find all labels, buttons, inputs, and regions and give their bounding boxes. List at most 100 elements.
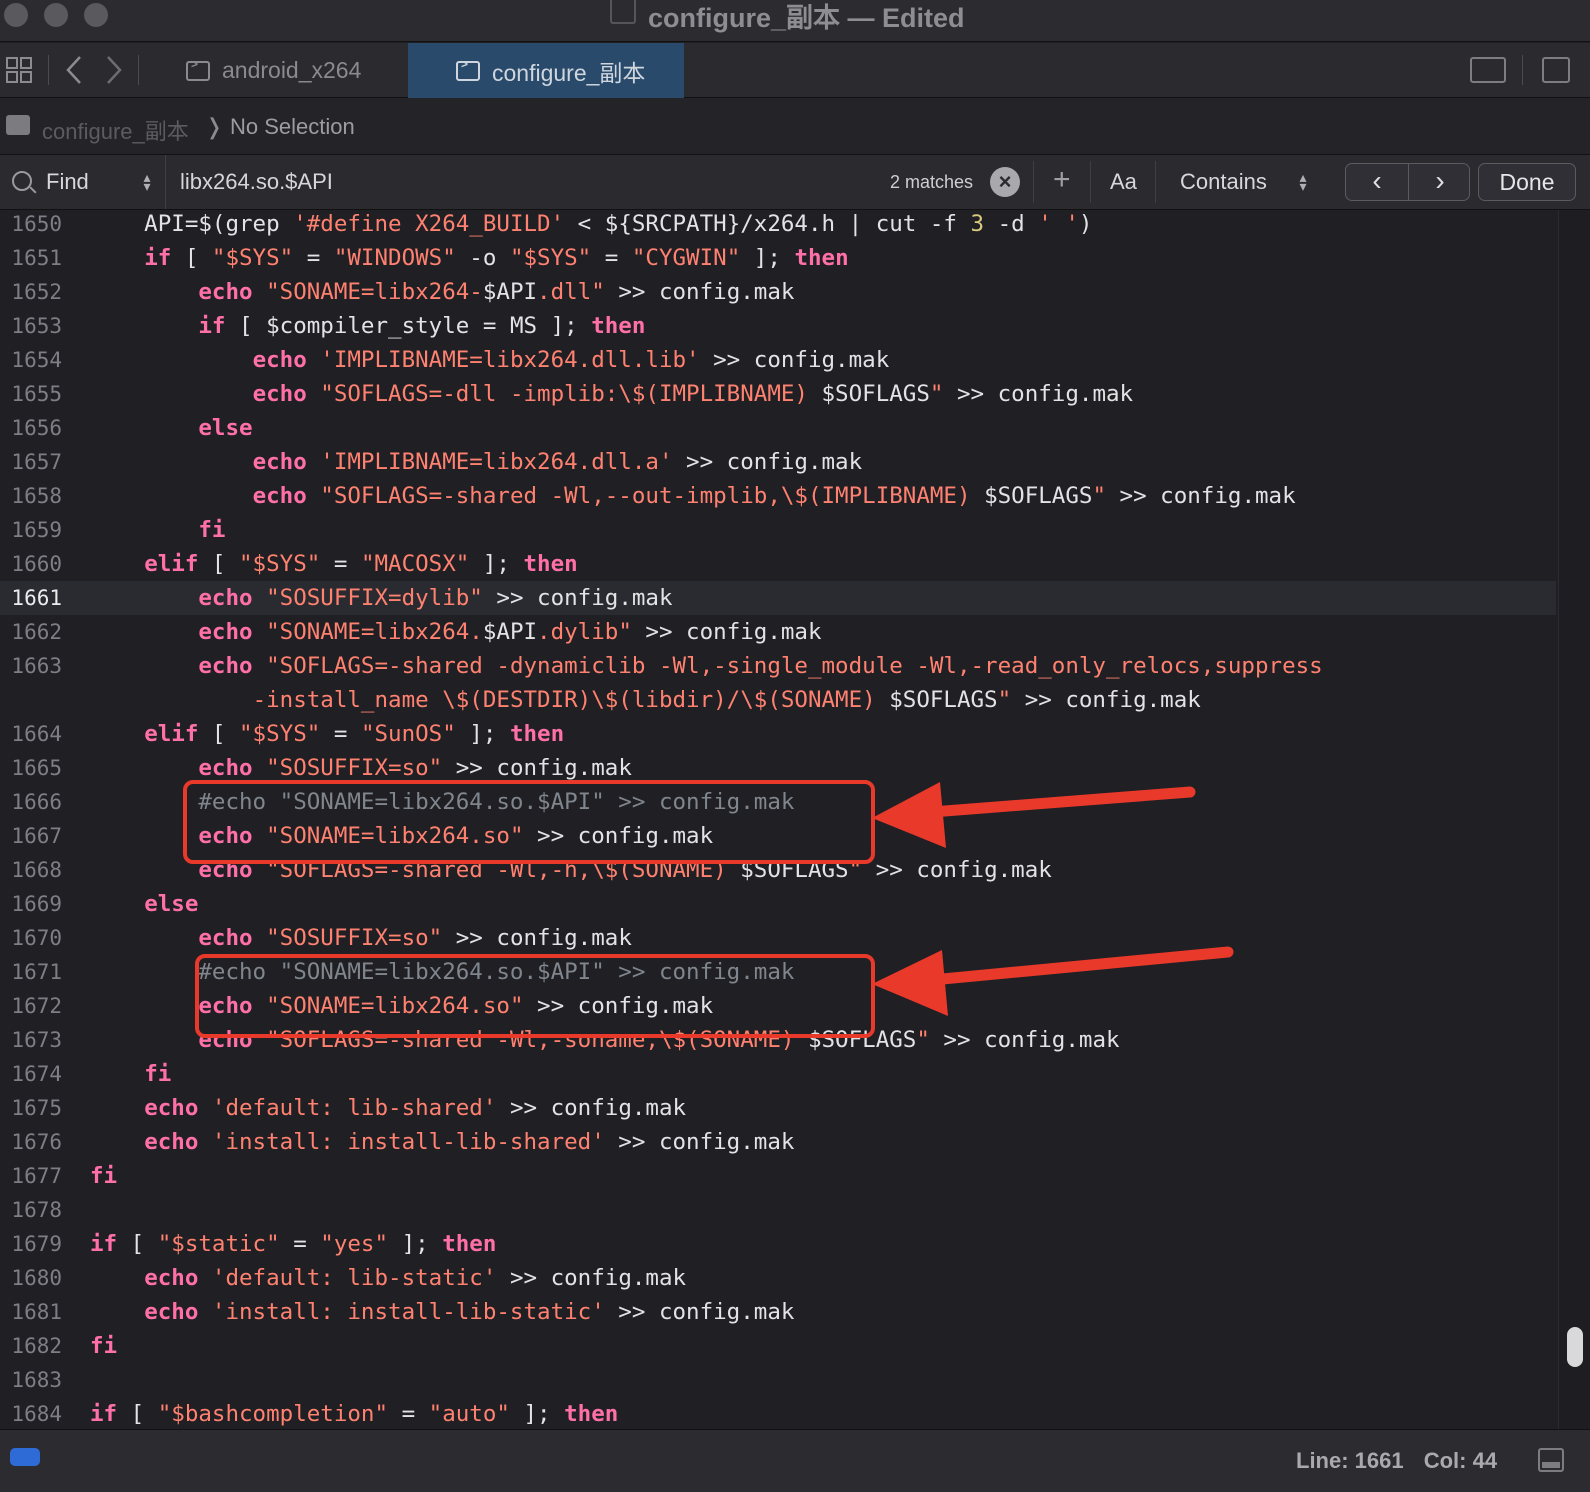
code-text[interactable]: echo 'IMPLIBNAME=libx264.dll.a' >> confi… [90, 445, 863, 479]
code-text[interactable]: if [ $compiler_style = MS ]; then [90, 309, 645, 343]
vertical-scrollbar[interactable] [1558, 210, 1590, 1429]
code-line[interactable]: 1657 echo 'IMPLIBNAME=libx264.dll.a' >> … [0, 445, 1556, 479]
code-line[interactable]: 1675 echo 'default: lib-shared' >> confi… [0, 1091, 1556, 1125]
code-text[interactable]: echo "SOSUFFIX=dylib" >> config.mak [90, 581, 672, 615]
line-number-gutter: 1680 [11, 1266, 62, 1290]
line-number-gutter: 1655 [11, 382, 62, 406]
grid-icon[interactable] [6, 43, 32, 102]
code-line[interactable]: 1681 echo 'install: install-lib-static' … [0, 1295, 1556, 1329]
cursor-position: Line: 1661 Col: 44 [1296, 1448, 1511, 1474]
code-line[interactable]: 1664 elif [ "$SYS" = "SunOS" ]; then [0, 717, 1556, 751]
code-text[interactable]: echo 'default: lib-shared' >> config.mak [90, 1091, 686, 1125]
code-text[interactable]: if [ "$static" = "yes" ]; then [90, 1227, 496, 1261]
code-text[interactable]: fi [90, 1057, 171, 1091]
code-line[interactable]: 1683 [0, 1363, 1556, 1397]
code-text[interactable]: echo 'install: install-lib-shared' >> co… [90, 1125, 794, 1159]
code-text[interactable]: if [ "$bashcompletion" = "auto" ]; then [90, 1397, 618, 1429]
code-text[interactable]: echo 'install: install-lib-static' >> co… [90, 1295, 794, 1329]
highlight-box [195, 954, 875, 1038]
code-line[interactable]: 1680 echo 'default: lib-static' >> confi… [0, 1261, 1556, 1295]
case-sensitive-button[interactable]: Aa [1110, 169, 1137, 195]
code-line[interactable]: 1656 else [0, 411, 1556, 445]
code-text[interactable]: else [90, 411, 252, 445]
code-line[interactable]: 1652 echo "SONAME=libx264-$API.dll" >> c… [0, 275, 1556, 309]
panel-toggle-icon[interactable] [1538, 1448, 1564, 1472]
code-text[interactable]: fi [90, 1329, 117, 1363]
breadcrumb-file[interactable]: configure_副本 [42, 114, 189, 146]
find-mode-popup[interactable]: Find ▴ ▾ [0, 155, 166, 209]
code-line[interactable]: 1669 else [0, 887, 1556, 921]
next-match-button[interactable]: › [1409, 164, 1471, 200]
find-input[interactable] [180, 165, 860, 199]
line-number-gutter: 1658 [11, 484, 62, 508]
code-text[interactable]: echo "SONAME=libx264-$API.dll" >> config… [90, 275, 794, 309]
clear-icon[interactable]: × [990, 167, 1020, 197]
tab-configure[interactable]: configure_副本 [408, 43, 684, 98]
add-icon[interactable]: + [1053, 163, 1071, 197]
code-text[interactable]: elif [ "$SYS" = "SunOS" ]; then [90, 717, 564, 751]
previous-match-button[interactable]: ‹ [1346, 164, 1408, 200]
line-number-gutter: 1681 [11, 1300, 62, 1324]
tab-android-x264[interactable]: android_x264 [186, 43, 406, 98]
code-text[interactable]: -install_name \$(DESTDIR)\$(libdir)/\$(S… [90, 683, 1201, 717]
code-text[interactable]: echo "SOFLAGS=-shared -Wl,--out-implib,\… [90, 479, 1296, 513]
code-line[interactable]: 1684 if [ "$bashcompletion" = "auto" ]; t… [0, 1397, 1556, 1429]
code-line[interactable]: 1659 fi [0, 513, 1556, 547]
code-text[interactable]: API=$(grep '#define X264_BUILD' < ${SRCP… [90, 210, 1092, 241]
done-button[interactable]: Done [1478, 163, 1576, 201]
code-text[interactable]: if [ "$SYS" = "WINDOWS" -o "$SYS" = "CYG… [90, 241, 848, 275]
code-line[interactable]: 1650 API=$(grep '#define X264_BUILD' < $… [0, 210, 1556, 241]
zoom-window-button[interactable] [84, 3, 108, 27]
search-icon [12, 171, 32, 191]
code-line[interactable]: 1655 echo "SOFLAGS=-dll -implib:\$(IMPLI… [0, 377, 1556, 411]
line-number-gutter: 1671 [11, 960, 62, 984]
code-line[interactable]: 1676 echo 'install: install-lib-shared' … [0, 1125, 1556, 1159]
window-title: configure_副本 — Edited [648, 3, 965, 33]
close-window-button[interactable] [4, 3, 28, 27]
code-line[interactable]: 1653 if [ $compiler_style = MS ]; then [0, 309, 1556, 343]
code-text[interactable]: echo "SONAME=libx264.$API.dylib" >> conf… [90, 615, 821, 649]
tab-label: configure_副本 [492, 59, 646, 86]
code-text[interactable]: echo 'IMPLIBNAME=libx264.dll.lib' >> con… [90, 343, 890, 377]
code-line[interactable]: 1654 echo 'IMPLIBNAME=libx264.dll.lib' >… [0, 343, 1556, 377]
back-icon[interactable] [64, 43, 84, 104]
code-line[interactable]: 1674 fi [0, 1057, 1556, 1091]
code-line[interactable]: 1651 if [ "$SYS" = "WINDOWS" -o "$SYS" =… [0, 241, 1556, 275]
code-line[interactable]: 1682 fi [0, 1329, 1556, 1363]
breadcrumb-selection[interactable]: No Selection [230, 114, 355, 140]
code-line[interactable]: 1677 fi [0, 1159, 1556, 1193]
code-text[interactable]: echo 'default: lib-static' >> config.mak [90, 1261, 686, 1295]
code-line[interactable]: 1658 echo "SOFLAGS=-shared -Wl,--out-imp… [0, 479, 1556, 513]
match-type-popup[interactable]: Contains [1180, 169, 1267, 195]
code-line[interactable]: 1670 echo "SOSUFFIX=so" >> config.mak [0, 921, 1556, 955]
forward-icon[interactable] [104, 43, 124, 104]
code-line[interactable]: 1660 elif [ "$SYS" = "MACOSX" ]; then [0, 547, 1556, 581]
code-text[interactable]: fi [90, 1159, 117, 1193]
code-line[interactable]: 1662 echo "SONAME=libx264.$API.dylib" >>… [0, 615, 1556, 649]
line-number-gutter: 1677 [11, 1164, 62, 1188]
code-text[interactable]: echo "SOFLAGS=-dll -implib:\$(IMPLIBNAME… [90, 377, 1134, 411]
tab-label: android_x264 [222, 57, 362, 83]
code-text[interactable]: elif [ "$SYS" = "MACOSX" ]; then [90, 547, 578, 581]
match-navigation: ‹ › [1345, 163, 1470, 201]
code-line[interactable]: 1678 [0, 1193, 1556, 1227]
line-number-gutter: 1670 [11, 926, 62, 950]
column-number: Col: 44 [1423, 1448, 1498, 1473]
code-line[interactable]: 1679 if [ "$static" = "yes" ]; then [0, 1227, 1556, 1261]
code-line[interactable]: -install_name \$(DESTDIR)\$(libdir)/\$(S… [0, 683, 1556, 717]
code-text[interactable]: fi [90, 513, 225, 547]
code-text[interactable]: echo "SOFLAGS=-shared -dynamiclib -Wl,-s… [90, 649, 1322, 683]
status-indicator[interactable] [10, 1448, 40, 1466]
code-line[interactable]: 1663 echo "SOFLAGS=-shared -dynamiclib -… [0, 649, 1556, 683]
line-number-gutter: 1665 [11, 756, 62, 780]
find-divider [1033, 161, 1034, 203]
toolbar-divider [138, 55, 139, 85]
split-editor-icon[interactable] [1470, 57, 1506, 83]
code-line[interactable]: 1661 echo "SOSUFFIX=dylib" >> config.mak [0, 581, 1556, 615]
code-text[interactable]: else [90, 887, 198, 921]
new-editor-icon[interactable] [1542, 57, 1570, 83]
scrollbar-thumb[interactable] [1567, 1327, 1583, 1367]
code-text[interactable]: echo "SOSUFFIX=so" >> config.mak [90, 921, 632, 955]
minimize-window-button[interactable] [44, 3, 68, 27]
line-number-gutter: 1653 [11, 314, 62, 338]
